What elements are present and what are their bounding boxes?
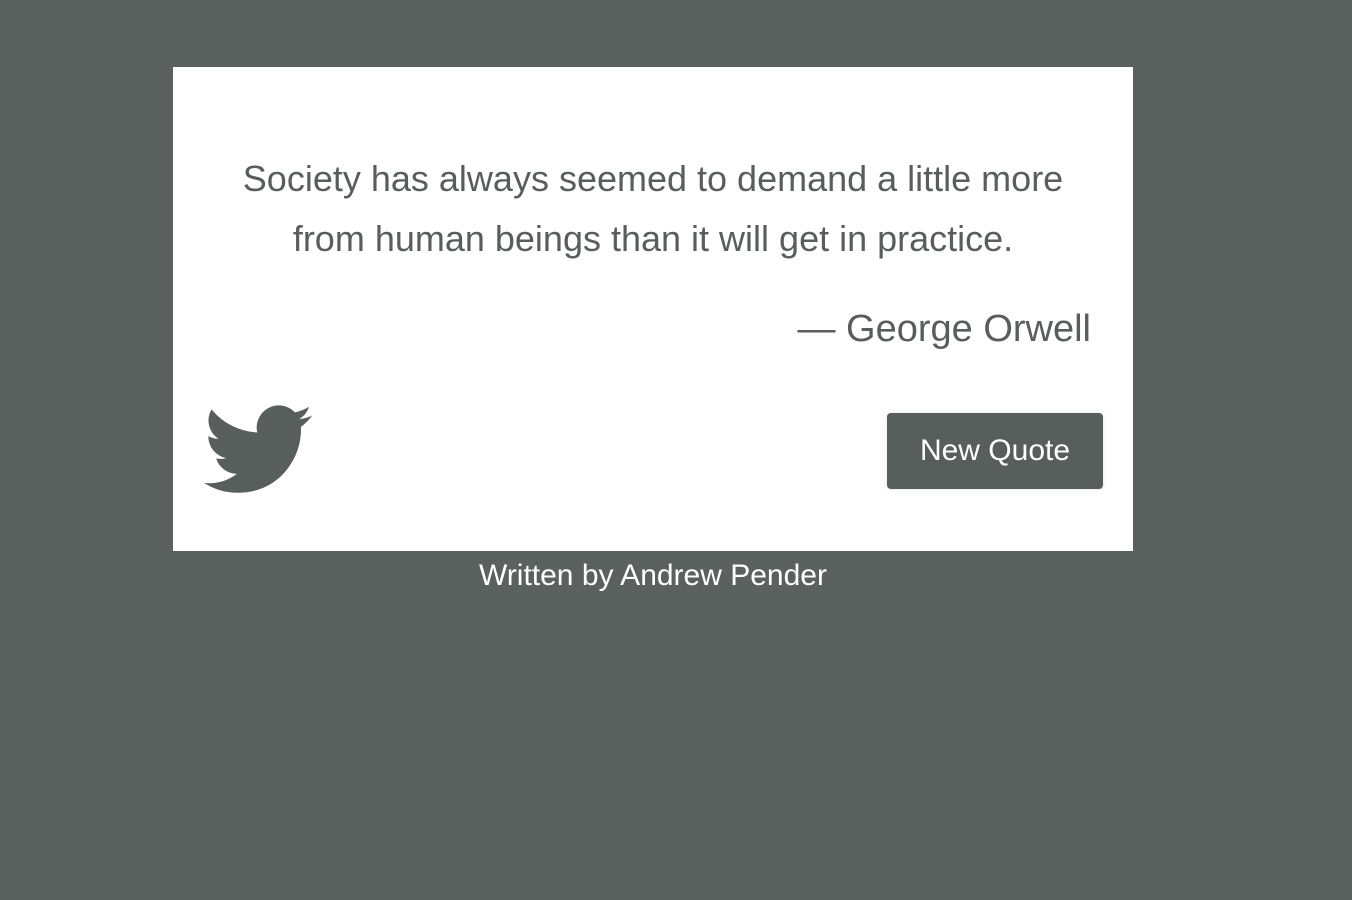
quote-box: Society has always seemed to demand a li… <box>173 67 1133 551</box>
tweet-quote-button[interactable] <box>203 405 313 495</box>
footer-credit: Written by Andrew Pender <box>479 559 827 592</box>
quote-text: Society has always seemed to demand a li… <box>242 158 1064 259</box>
new-quote-button[interactable]: New Quote <box>887 413 1103 489</box>
twitter-bird-icon <box>203 405 313 495</box>
quote-author: — George Orwell <box>797 308 1091 350</box>
